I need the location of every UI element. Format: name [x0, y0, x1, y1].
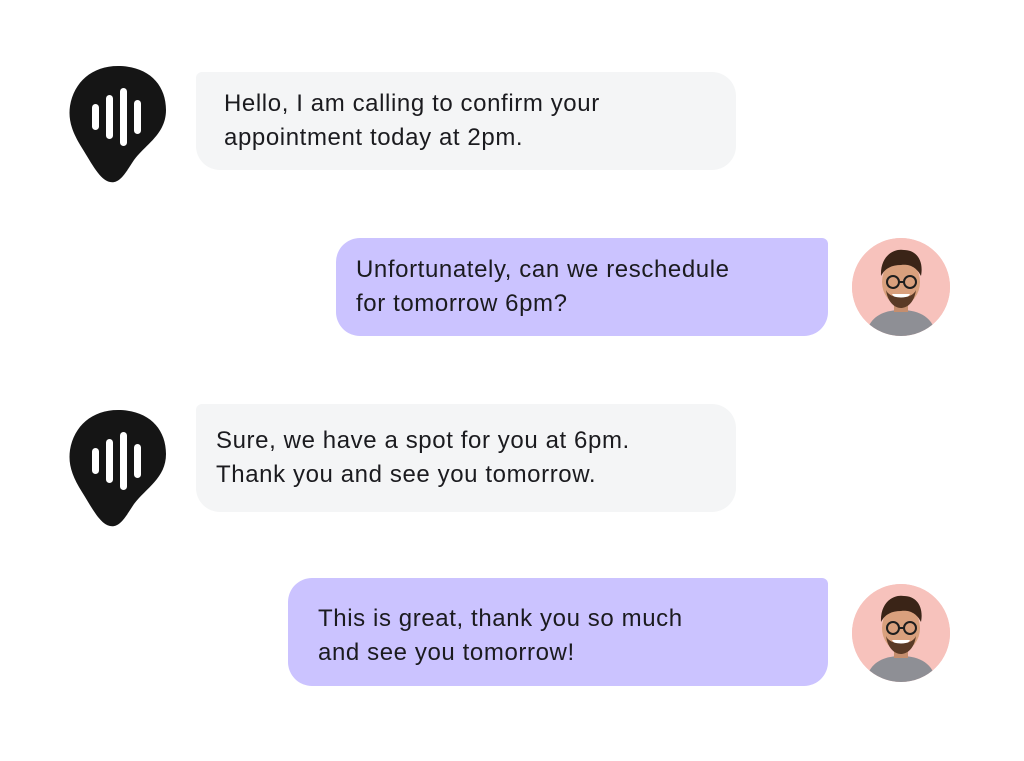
chat-conversation: Hello, I am calling to confirm your appo… — [0, 0, 1024, 761]
voice-assistant-icon — [68, 64, 168, 184]
bot-message-bubble: Hello, I am calling to confirm your appo… — [196, 72, 736, 170]
user-message-bubble: Unfortunately, can we reschedule for tom… — [336, 238, 828, 336]
bot-message-bubble: Sure, we have a spot for you at 6pm. Tha… — [196, 404, 736, 512]
user-avatar — [852, 238, 950, 336]
user-avatar — [852, 584, 950, 682]
voice-assistant-icon — [68, 408, 168, 528]
user-message-bubble: This is great, thank you so much and see… — [288, 578, 828, 686]
